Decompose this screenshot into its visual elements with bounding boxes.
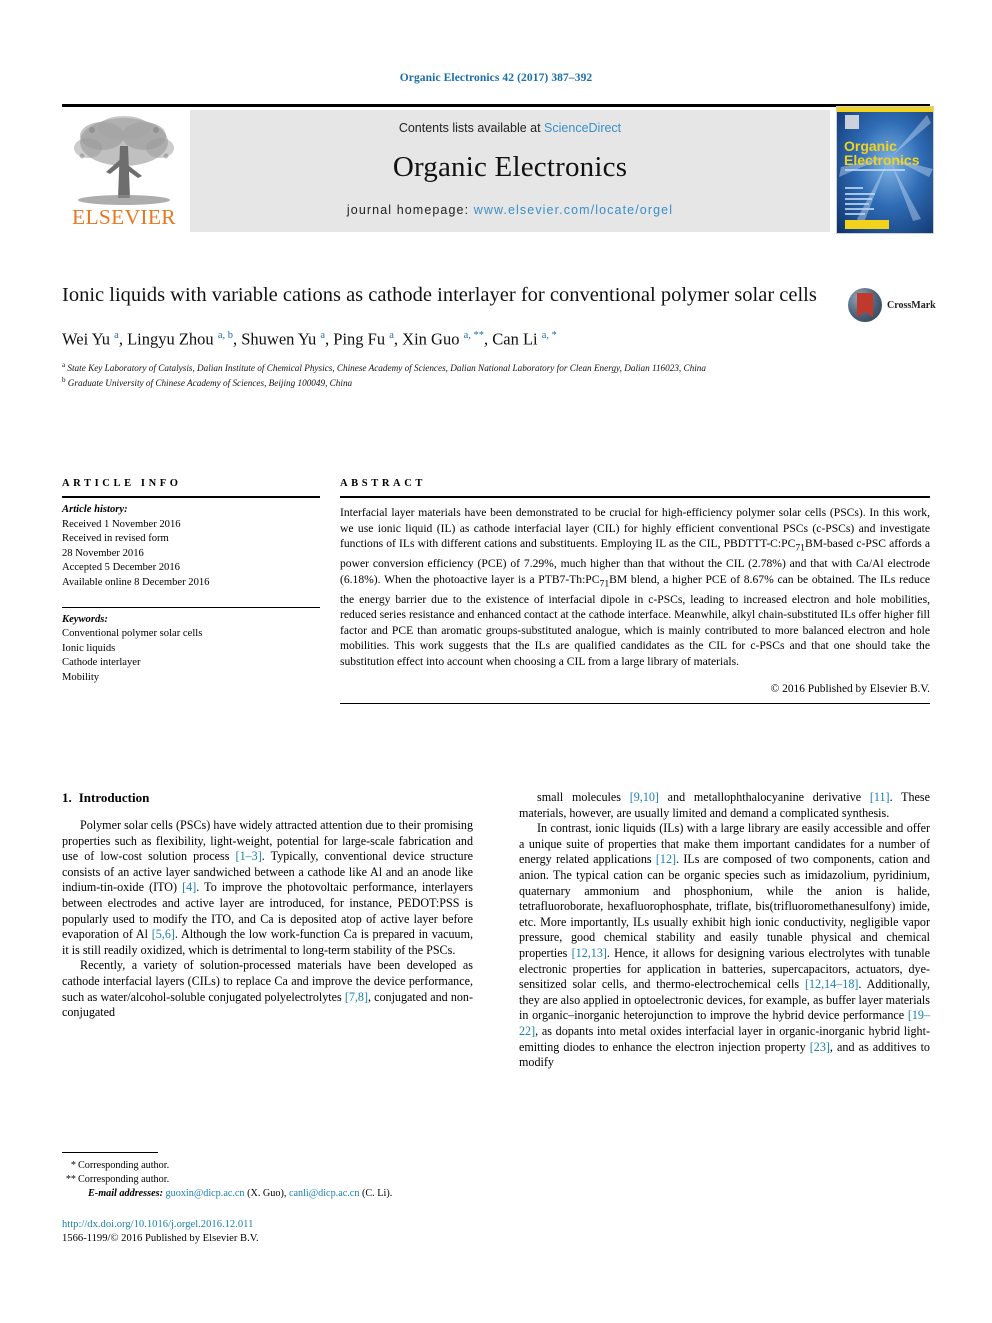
body-column-left: 1. Introduction Polymer solar cells (PSCs… [62,790,473,1021]
abstract-bottom-rule [340,702,930,704]
cover-art: Organic Electronics [837,107,933,233]
issn-copyright-line: 1566-1199/© 2016 Published by Elsevier B… [62,1233,259,1245]
homepage-label: journal homepage: [346,203,474,217]
citation-ref[interactable]: [11] [870,790,890,804]
title-block: Ionic liquids with variable cations as c… [62,282,832,390]
journal-cover-thumbnail: Organic Electronics [836,106,934,234]
paper-page: Organic Electronics 42 (2017) 387–392 EL… [0,0,992,1323]
crossmark-bookmark-shape [857,293,873,317]
email-owner-guo: (X. Guo), [247,1188,287,1199]
footnote-text-double: Corresponding author. [78,1174,170,1185]
intro-paragraph-2: Recently, a variety of solution-processe… [62,958,473,1020]
affiliation-mark: a [62,360,66,369]
elsevier-tree-icon [74,116,174,205]
doi-link[interactable]: http://dx.doi.org/10.1016/j.orgel.2016.1… [62,1218,482,1232]
citation-ref[interactable]: [19–22] [519,1008,930,1038]
journal-homepage-line: journal homepage: www.elsevier.com/locat… [190,203,830,217]
email-link-guo[interactable]: guoxin@dicp.ac.cn [166,1188,245,1199]
journal-masthead: ELSEVIER Contents lists available at Sci… [62,104,934,234]
masthead-top-rule [62,104,930,107]
homepage-url[interactable]: www.elsevier.com/locate/orgel [474,203,673,217]
citation-ref[interactable]: [12,14–18] [805,977,858,991]
abstract-copyright: © 2016 Published by Elsevier B.V. [770,682,930,695]
article-history-block: Article history: Received 1 November 201… [62,498,320,591]
citation-ref[interactable]: [23] [810,1040,830,1054]
keyword-item: Mobility [62,671,100,683]
footnote-mark-single: * [70,1160,76,1171]
citation-ref[interactable]: [9,10] [630,790,659,804]
running-head: Organic Electronics 42 (2017) 387–392 [399,72,593,84]
affiliation-item: b Graduate University of Chinese Academy… [62,376,353,389]
intro-paragraph-4: In contrast, ionic liquids (ILs) with a … [519,821,930,1070]
email-link-li[interactable]: canli@dicp.ac.cn [289,1188,359,1199]
keyword-item: Ionic liquids [62,642,116,654]
citation-ref[interactable]: [4] [182,880,196,894]
email-owner-li: (C. Li). [361,1188,393,1199]
section-number: 1. [62,790,72,805]
citation-ref[interactable]: [12,13] [572,946,607,960]
keywords-label: Keywords: [62,613,108,625]
svg-text:Electronics: Electronics [844,152,920,168]
masthead-center-band: Contents lists available at ScienceDirec… [190,110,830,232]
citation-ref[interactable]: [12] [656,852,676,866]
history-item: Accepted 5 December 2016 [62,562,180,574]
sciencedirect-link[interactable]: ScienceDirect [544,121,621,135]
article-info-heading: ARTICLE INFO [62,478,182,489]
history-item: Received in revised form [62,533,169,545]
footnote-rule [62,1152,158,1153]
section-heading-introduction: 1. Introduction [62,790,473,806]
crossmark-label: CrossMark [887,300,936,311]
keyword-item: Conventional polymer solar cells [62,628,203,640]
publication-footer: http://dx.doi.org/10.1016/j.orgel.2016.1… [62,1218,482,1247]
affiliation-mark: b [62,376,66,385]
history-item: 28 November 2016 [62,547,144,559]
history-item: Available online 8 December 2016 [62,576,210,588]
citation-ref[interactable]: [1–3] [236,849,262,863]
abstract-column: ABSTRACT Interfacial layer materials hav… [340,478,930,704]
intro-paragraph-3: small molecules [9,10] and metallophthal… [519,790,930,820]
footnote-emails: E-mail addresses: guoxin@dicp.ac.cn (X. … [62,1187,473,1201]
journal-title: Organic Electronics [392,151,628,183]
article-info-column: ARTICLE INFO Article history: Received 1… [62,478,320,686]
elsevier-logo: ELSEVIER [62,110,186,232]
citation-ref[interactable]: [7,8] [345,990,368,1004]
crossmark-icon [848,288,882,322]
history-item: Received 1 November 2016 [62,518,181,530]
citation-ref[interactable]: [5,6] [152,927,175,941]
abstract-text: Interfacial layer materials have been de… [340,506,931,668]
email-addresses-label: E-mail addresses: [88,1188,163,1199]
elsevier-wordmark: ELSEVIER [72,205,176,229]
footnote-block: * Corresponding author. ** Corresponding a… [62,1152,473,1201]
abstract-heading: ABSTRACT [340,478,426,489]
body-column-right: small molecules [9,10] and metallophthal… [519,790,930,1071]
keywords-block: Keywords: Conventional polymer solar cel… [62,608,320,686]
footnote-corresponding-double: ** Corresponding author. [62,1173,473,1187]
keyword-item: Cathode interlayer [62,657,141,669]
contents-lists-line: Contents lists available at ScienceDirec… [190,121,830,135]
article-history-label: Article history: [62,504,128,515]
intro-paragraph-1: Polymer solar cells (PSCs) have widely a… [62,818,473,957]
affiliation-item: a State Key Laboratory of Catalysis, Dal… [62,360,706,373]
section-title: Introduction [78,790,150,805]
page-title: Ionic liquids with variable cations as c… [62,284,817,306]
footnote-text-single: Corresponding author. [78,1160,170,1171]
crossmark-badge[interactable]: CrossMark [848,288,940,324]
affiliation-list: a State Key Laboratory of Catalysis, Dal… [62,359,832,390]
author-list: Wei Yu a, Lingyu Zhou a, b, Shuwen Yu a,… [62,329,557,349]
contents-prefix: Contents lists available at [398,121,545,135]
footnote-mark-double: ** [65,1174,76,1185]
footnote-corresponding-single: * Corresponding author. [62,1159,473,1173]
